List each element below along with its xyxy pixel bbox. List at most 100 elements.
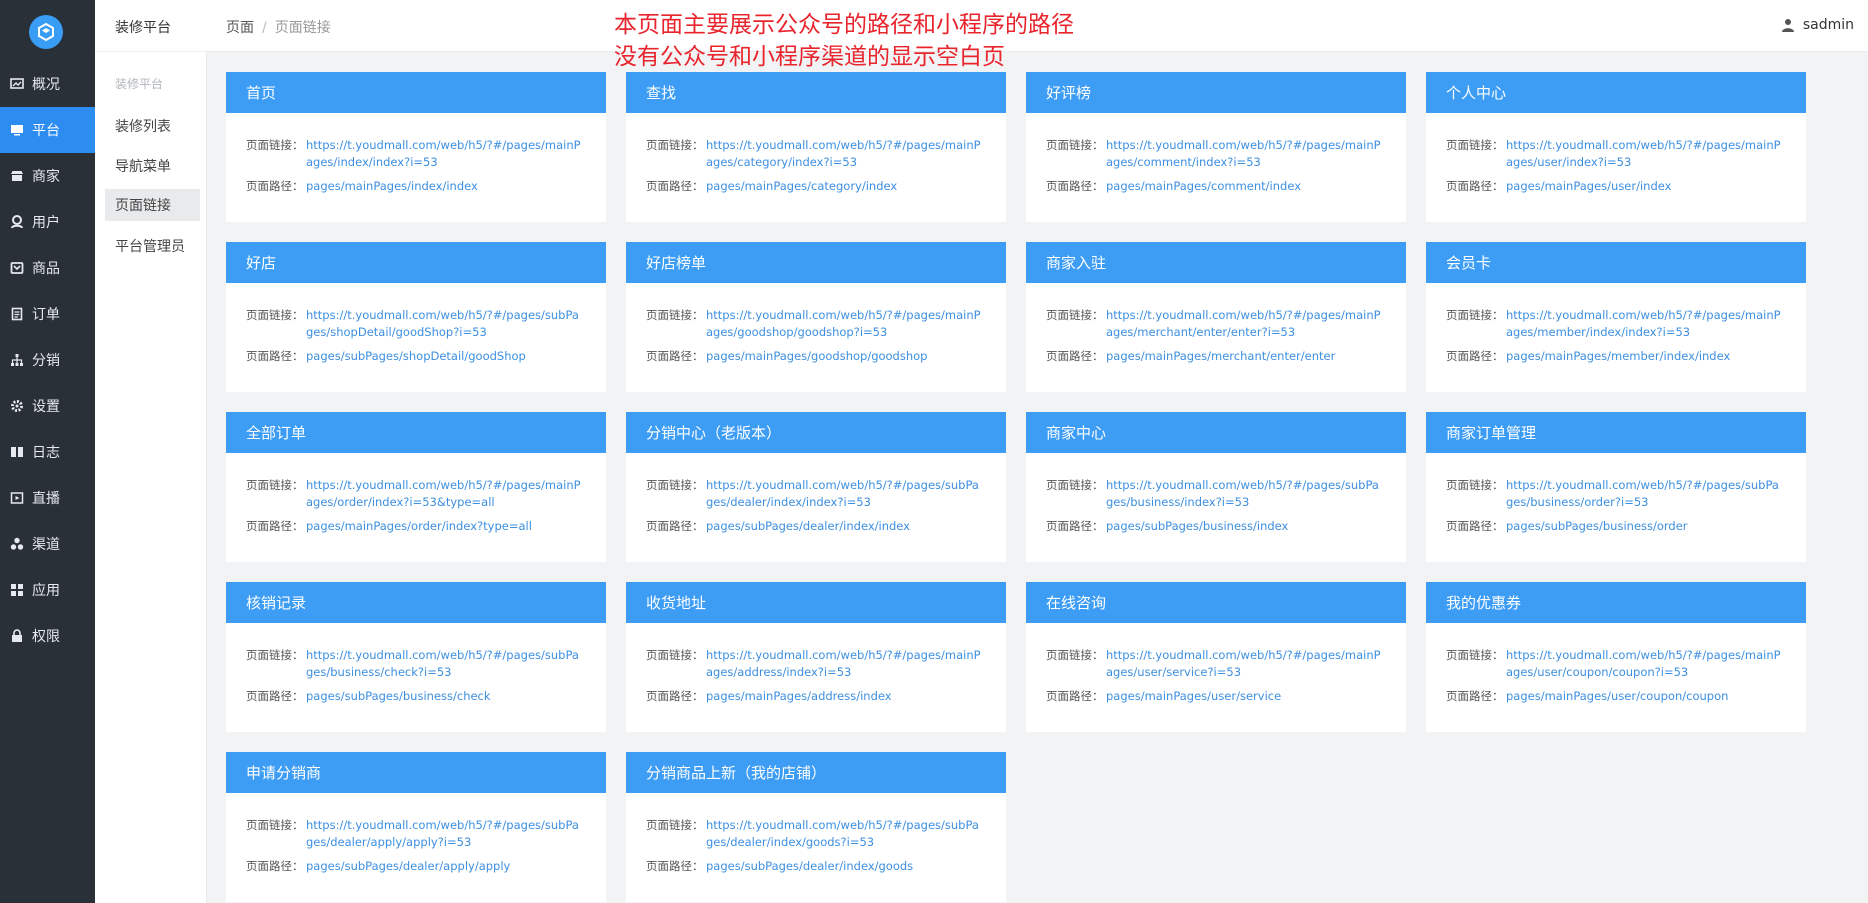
- nav-item-5[interactable]: 订单: [0, 291, 95, 337]
- nav-item-label: 分销: [32, 353, 60, 369]
- page-link-value[interactable]: https://t.youdmall.com/web/h5/?#/pages/m…: [706, 647, 986, 681]
- link-label: 页面链接：: [1446, 138, 1504, 152]
- nav-item-1[interactable]: 平台: [0, 107, 95, 153]
- page-link-card: 好店 页面链接： https://t.youdmall.com/web/h5/?#/…: [226, 242, 606, 392]
- user-menu[interactable]: sadmin: [1781, 17, 1854, 33]
- divider: [95, 51, 206, 52]
- page-link-value[interactable]: https://t.youdmall.com/web/h5/?#/pages/s…: [306, 307, 586, 341]
- path-label: 页面路径：: [1046, 179, 1104, 193]
- nav-item-8[interactable]: 日志: [0, 429, 95, 475]
- link-row: 页面链接： https://t.youdmall.com/web/h5/?#/pa…: [646, 307, 986, 341]
- link-row: 页面链接： https://t.youdmall.com/web/h5/?#/pa…: [246, 647, 586, 681]
- annotation-note: 本页面主要展示公众号的路径和小程序的路径 没有公众号和小程序渠道的显示空白页: [614, 9, 1074, 73]
- page-link-value[interactable]: https://t.youdmall.com/web/h5/?#/pages/s…: [706, 477, 986, 511]
- app-logo-icon[interactable]: [29, 15, 63, 49]
- nav-item-10[interactable]: 渠道: [0, 521, 95, 567]
- nav-item-label: 用户: [32, 215, 60, 231]
- page-link-value[interactable]: https://t.youdmall.com/web/h5/?#/pages/s…: [306, 817, 586, 851]
- card-title: 全部订单: [226, 412, 606, 453]
- nav-item-0[interactable]: 概况: [0, 61, 95, 107]
- page-link-card: 收货地址 页面链接： https://t.youdmall.com/web/h5/?…: [626, 582, 1006, 732]
- nav-item-7[interactable]: 设置: [0, 383, 95, 429]
- page-link-value[interactable]: https://t.youdmall.com/web/h5/?#/pages/m…: [1106, 307, 1386, 341]
- nav-item-12[interactable]: 权限: [0, 613, 95, 659]
- page-link-value[interactable]: https://t.youdmall.com/web/h5/?#/pages/m…: [706, 307, 986, 341]
- path-label: 页面路径：: [646, 179, 704, 193]
- username: sadmin: [1802, 17, 1854, 33]
- page-link-value[interactable]: https://t.youdmall.com/web/h5/?#/pages/s…: [1106, 477, 1386, 511]
- page-path-value[interactable]: pages/mainPages/user/index: [1506, 178, 1671, 195]
- page-link-value[interactable]: https://t.youdmall.com/web/h5/?#/pages/m…: [1506, 307, 1786, 341]
- link-row: 页面链接： https://t.youdmall.com/web/h5/?#/pa…: [1046, 307, 1386, 341]
- goods-icon: [10, 261, 24, 275]
- page-path-value[interactable]: pages/mainPages/goodshop/goodshop: [706, 348, 927, 365]
- nav-item-11[interactable]: 应用: [0, 567, 95, 613]
- page-link-value[interactable]: https://t.youdmall.com/web/h5/?#/pages/m…: [706, 137, 986, 171]
- page-link-value[interactable]: https://t.youdmall.com/web/h5/?#/pages/m…: [1106, 647, 1386, 681]
- page-link-value[interactable]: https://t.youdmall.com/web/h5/?#/pages/s…: [706, 817, 986, 851]
- card-title: 商家中心: [1026, 412, 1406, 453]
- page-link-value[interactable]: https://t.youdmall.com/web/h5/?#/pages/m…: [1506, 137, 1786, 171]
- path-label: 页面路径：: [1446, 689, 1504, 703]
- link-label: 页面链接：: [1046, 648, 1104, 662]
- nav-item-9[interactable]: 直播: [0, 475, 95, 521]
- submenu-item-nav-menu[interactable]: 导航菜单: [105, 150, 200, 182]
- card-body: 页面链接： https://t.youdmall.com/web/h5/?#/pa…: [1026, 453, 1406, 535]
- nav-item-label: 设置: [32, 399, 60, 415]
- page-links-grid: 首页 页面链接： https://t.youdmall.com/web/h5/?#/…: [226, 72, 1808, 902]
- page-path-value[interactable]: pages/mainPages/index/index: [306, 178, 478, 195]
- breadcrumb-root[interactable]: 页面: [226, 20, 254, 36]
- path-label: 页面路径：: [1046, 689, 1104, 703]
- page-link-card: 分销中心（老版本） 页面链接： https://t.youdmall.com/web…: [626, 412, 1006, 562]
- store-icon: [10, 169, 24, 183]
- nav-item-label: 应用: [32, 583, 60, 599]
- path-label: 页面路径：: [246, 519, 304, 533]
- page-path-value[interactable]: pages/mainPages/user/service: [1106, 688, 1281, 705]
- nav-item-2[interactable]: 商家: [0, 153, 95, 199]
- page-path-value[interactable]: pages/mainPages/category/index: [706, 178, 897, 195]
- breadcrumb-separator: /: [262, 20, 267, 36]
- path-label: 页面路径：: [1046, 349, 1104, 363]
- link-label: 页面链接：: [246, 648, 304, 662]
- page-path-value[interactable]: pages/subPages/dealer/apply/apply: [306, 858, 510, 875]
- page-path-value[interactable]: pages/mainPages/merchant/enter/enter: [1106, 348, 1335, 365]
- page-link-value[interactable]: https://t.youdmall.com/web/h5/?#/pages/m…: [1106, 137, 1386, 171]
- path-row: 页面路径： pages/mainPages/user/coupon/coupon: [1446, 688, 1786, 705]
- page-path-value[interactable]: pages/subPages/dealer/index/goods: [706, 858, 913, 875]
- page-link-value[interactable]: https://t.youdmall.com/web/h5/?#/pages/m…: [1506, 647, 1786, 681]
- page-path-value[interactable]: pages/mainPages/comment/index: [1106, 178, 1301, 195]
- path-label: 页面路径：: [1046, 519, 1104, 533]
- page-path-value[interactable]: pages/subPages/business/check: [306, 688, 491, 705]
- nav-item-6[interactable]: 分销: [0, 337, 95, 383]
- path-label: 页面路径：: [1446, 349, 1504, 363]
- page-path-value[interactable]: pages/mainPages/user/coupon/coupon: [1506, 688, 1728, 705]
- page-link-value[interactable]: https://t.youdmall.com/web/h5/?#/pages/s…: [1506, 477, 1786, 511]
- page-path-value[interactable]: pages/mainPages/order/index?type=all: [306, 518, 532, 535]
- link-label: 页面链接：: [1446, 308, 1504, 322]
- submenu-item-decoration-list[interactable]: 装修列表: [105, 110, 200, 142]
- path-row: 页面路径： pages/subPages/business/check: [246, 688, 586, 705]
- link-row: 页面链接： https://t.youdmall.com/web/h5/?#/pa…: [1446, 477, 1786, 511]
- page-path-value[interactable]: pages/mainPages/address/index: [706, 688, 892, 705]
- page-path-value[interactable]: pages/mainPages/member/index/index: [1506, 348, 1730, 365]
- page-path-value[interactable]: pages/subPages/shopDetail/goodShop: [306, 348, 526, 365]
- card-title: 商家订单管理: [1426, 412, 1806, 453]
- page-link-value[interactable]: https://t.youdmall.com/web/h5/?#/pages/m…: [306, 137, 586, 171]
- nav-item-3[interactable]: 用户: [0, 199, 95, 245]
- page-link-value[interactable]: https://t.youdmall.com/web/h5/?#/pages/m…: [306, 477, 586, 511]
- nav-item-label: 商品: [32, 261, 60, 277]
- submenu-item-page-links[interactable]: 页面链接: [105, 189, 200, 221]
- page-link-value[interactable]: https://t.youdmall.com/web/h5/?#/pages/s…: [306, 647, 586, 681]
- card-title: 申请分销商: [226, 752, 606, 793]
- page-path-value[interactable]: pages/subPages/dealer/index/index: [706, 518, 910, 535]
- submenu-item-platform-admins[interactable]: 平台管理员: [105, 230, 200, 262]
- path-row: 页面路径： pages/mainPages/order/index?type=al…: [246, 518, 586, 535]
- nav-item-4[interactable]: 商品: [0, 245, 95, 291]
- page-path-value[interactable]: pages/subPages/business/order: [1506, 518, 1688, 535]
- path-row: 页面路径： pages/mainPages/comment/index: [1046, 178, 1386, 195]
- card-title: 好评榜: [1026, 72, 1406, 113]
- page-path-value[interactable]: pages/subPages/business/index: [1106, 518, 1288, 535]
- card-title: 首页: [226, 72, 606, 113]
- card-body: 页面链接： https://t.youdmall.com/web/h5/?#/pa…: [1426, 453, 1806, 535]
- monitor-icon: [10, 123, 24, 137]
